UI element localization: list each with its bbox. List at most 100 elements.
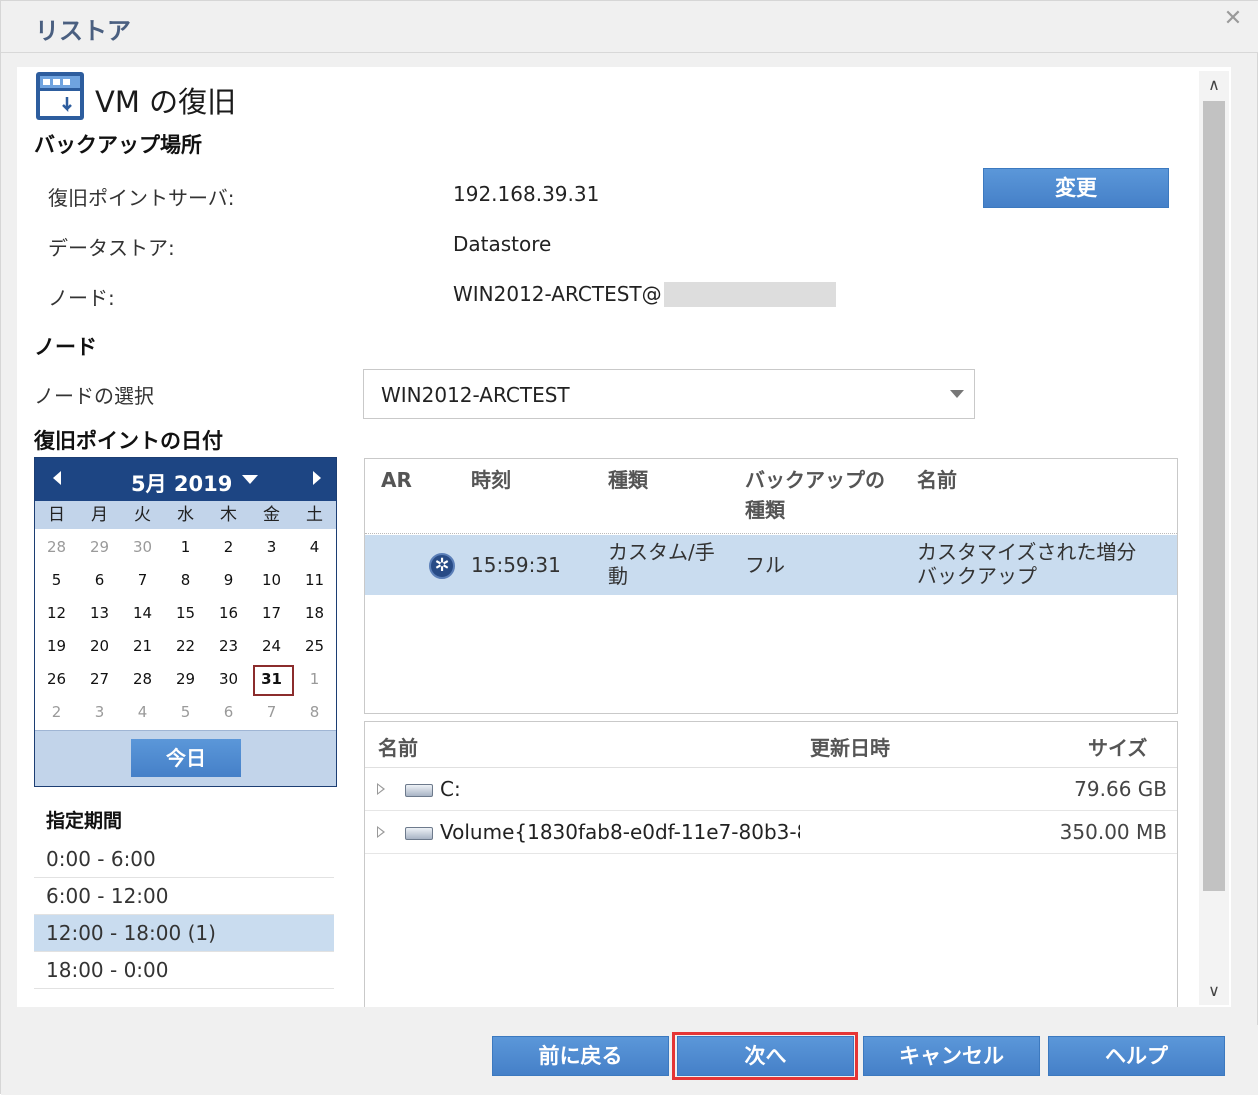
column-header-name[interactable]: 名前	[378, 732, 418, 761]
calendar-week: 2 3 4 5 6 7 8	[35, 696, 336, 729]
datastore-label: データストア:	[48, 236, 175, 260]
calendar-day[interactable]: 5	[164, 696, 207, 729]
file-size: 350.00 MB	[1059, 820, 1167, 844]
period-item[interactable]: 18:00 - 0:00	[34, 952, 334, 989]
calendar-day[interactable]: 23	[207, 630, 250, 663]
node-select-value: WIN2012-ARCTEST	[381, 383, 570, 407]
today-button[interactable]: 今日	[131, 739, 241, 777]
calendar-footer: 今日	[35, 730, 336, 786]
vm-restore-icon	[36, 72, 84, 120]
calendar-day[interactable]: 22	[164, 630, 207, 663]
calendar-day[interactable]: 4	[293, 531, 336, 564]
prev-month-icon[interactable]	[53, 471, 61, 485]
rp-time: 15:59:31	[471, 553, 561, 577]
calendar-day[interactable]: 4	[121, 696, 164, 729]
column-header-type[interactable]: 種類	[608, 465, 648, 495]
calendar-day[interactable]: 5	[35, 564, 78, 597]
file-name: C:	[440, 777, 461, 801]
calendar-day[interactable]: 3	[250, 531, 293, 564]
period-item[interactable]: 0:00 - 6:00	[34, 841, 334, 878]
calendar-month-label[interactable]: 5月 2019	[131, 468, 232, 498]
calendar-day[interactable]: 15	[164, 597, 207, 630]
month-dropdown-icon[interactable]	[242, 475, 258, 484]
calendar-day[interactable]: 10	[250, 564, 293, 597]
scroll-down-icon[interactable]: ∨	[1199, 977, 1229, 1005]
calendar-day[interactable]: 11	[293, 564, 336, 597]
rps-value: 192.168.39.31	[453, 182, 600, 206]
change-button[interactable]: 変更	[983, 168, 1169, 208]
calendar-day[interactable]: 27	[78, 663, 121, 696]
calendar-day[interactable]: 8	[293, 696, 336, 729]
table-row[interactable]: C: 79.66 GB	[365, 768, 1177, 811]
calendar-day-selected[interactable]: 31	[250, 663, 294, 696]
calendar-day[interactable]: 29	[164, 663, 207, 696]
calendar-day[interactable]: 28	[35, 531, 78, 564]
calendar-week: 12 13 14 15 16 17 18	[35, 597, 336, 630]
calendar-day[interactable]: 7	[121, 564, 164, 597]
calendar-day[interactable]: 18	[293, 597, 336, 630]
next-month-icon[interactable]	[313, 471, 321, 485]
calendar-day[interactable]: 30	[121, 531, 164, 564]
date-picker: 5月 2019 日 月 火 水 木 金 土 28 29 30 1 2 3 4 5…	[34, 457, 337, 787]
weekday-row: 日 月 火 水 木 金 土	[35, 501, 336, 529]
calendar-day[interactable]: 20	[78, 630, 121, 663]
calendar-day[interactable]: 8	[164, 564, 207, 597]
help-button[interactable]: ヘルプ	[1048, 1036, 1225, 1076]
calendar-day[interactable]: 25	[293, 630, 336, 663]
calendar-day[interactable]: 29	[78, 531, 121, 564]
chevron-down-icon[interactable]	[950, 390, 964, 398]
calendar-day[interactable]: 24	[250, 630, 293, 663]
column-header-backup-type-line2: 種類	[745, 498, 785, 522]
calendar-day[interactable]: 12	[35, 597, 78, 630]
title-bar: リストア ✕	[1, 1, 1258, 53]
close-icon[interactable]: ✕	[1221, 7, 1245, 31]
period-heading: 指定期間	[46, 810, 123, 832]
node-select[interactable]: WIN2012-ARCTEST	[363, 369, 975, 419]
page-title: VM の復旧	[95, 85, 237, 119]
calendar-day[interactable]: 1	[164, 531, 207, 564]
rp-type: カスタム/手	[608, 540, 715, 564]
expand-arrow-icon[interactable]	[377, 826, 385, 838]
back-button[interactable]: 前に戻る	[492, 1036, 669, 1076]
rp-name: カスタマイズされた増分	[917, 540, 1137, 564]
calendar-grid: 28 29 30 1 2 3 4 5 6 7 8 9 10 11 12 13 1…	[35, 531, 336, 729]
calendar-day[interactable]: 19	[35, 630, 78, 663]
table-row[interactable]: Volume{1830fab8-e0df-11e7-80b3-80 350.00…	[365, 811, 1177, 854]
rp-name-line2: バックアップ	[917, 564, 1037, 588]
calendar-day[interactable]: 6	[78, 564, 121, 597]
calendar-day[interactable]: 17	[250, 597, 293, 630]
expand-arrow-icon[interactable]	[377, 783, 385, 795]
calendar-day[interactable]: 6	[207, 696, 250, 729]
period-item-active[interactable]: 12:00 - 18:00 (1)	[34, 915, 334, 952]
vertical-scrollbar[interactable]: ∧ ∨	[1199, 71, 1229, 1005]
calendar-day[interactable]: 28	[121, 663, 164, 696]
calendar-day[interactable]: 7	[250, 696, 293, 729]
calendar-day[interactable]: 3	[78, 696, 121, 729]
period-item[interactable]: 6:00 - 12:00	[34, 878, 334, 915]
column-header-size[interactable]: サイズ	[1088, 732, 1147, 761]
calendar-day[interactable]: 9	[207, 564, 250, 597]
cancel-button[interactable]: キャンセル	[863, 1036, 1040, 1076]
node-heading: ノード	[34, 335, 97, 359]
calendar-day[interactable]: 16	[207, 597, 250, 630]
calendar-day[interactable]: 13	[78, 597, 121, 630]
recovery-point-header: AR 時刻 種類 バックアップの 種類 名前	[365, 459, 1177, 534]
calendar-day[interactable]: 14	[121, 597, 164, 630]
backup-job-icon: ✲	[429, 553, 455, 579]
column-header-backup-type[interactable]: バックアップの	[745, 465, 885, 495]
scroll-up-icon[interactable]: ∧	[1199, 71, 1229, 99]
calendar-day[interactable]: 30	[207, 663, 250, 696]
calendar-day[interactable]: 21	[121, 630, 164, 663]
weekday-label: 木	[220, 505, 237, 525]
next-button-highlight	[672, 1032, 858, 1080]
column-header-modified[interactable]: 更新日時	[810, 732, 890, 761]
table-row[interactable]: ✲ 15:59:31 カスタム/手 動 フル カスタマイズされた増分 バックアッ…	[365, 535, 1177, 595]
calendar-day[interactable]: 2	[35, 696, 78, 729]
scroll-thumb[interactable]	[1203, 101, 1225, 891]
calendar-day[interactable]: 2	[207, 531, 250, 564]
column-header-time[interactable]: 時刻	[471, 465, 511, 495]
calendar-day[interactable]: 1	[293, 663, 336, 696]
column-header-name[interactable]: 名前	[917, 465, 957, 495]
calendar-day[interactable]: 26	[35, 663, 78, 696]
column-header-ar[interactable]: AR	[381, 465, 412, 495]
